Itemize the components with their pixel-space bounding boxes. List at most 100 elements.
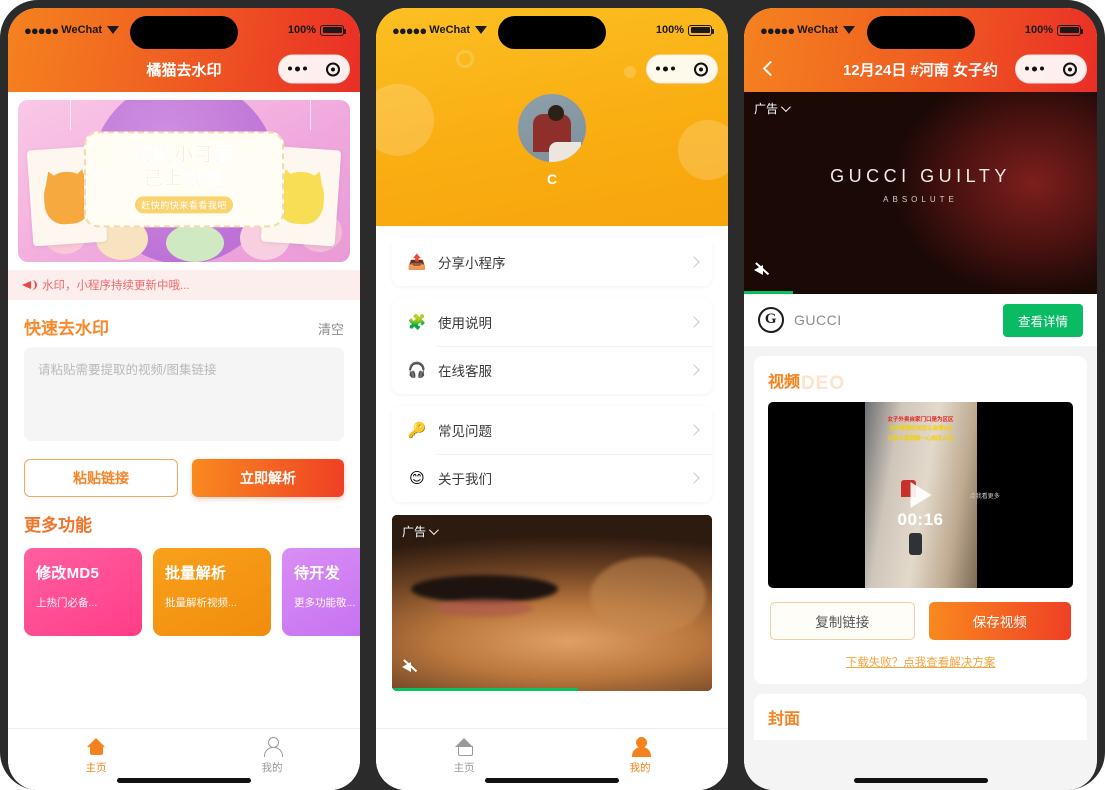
video-subject-2 [909,532,923,555]
paste-link-button[interactable]: 粘贴链接 [24,459,178,497]
menu-item-about[interactable]: 😊 关于我们 [392,454,712,502]
notice-bar[interactable]: 水印，小程序持续更新中哦... [8,270,360,300]
notch [866,16,975,49]
ad-subline: ABSOLUTE [883,195,958,204]
menu-item-support[interactable]: 🎧 在线客服 [392,346,712,394]
notch [498,16,606,49]
feature-card-md5[interactable]: 修改MD5 上热门必备... [24,548,142,636]
status-bar-right: 100% [656,24,714,36]
video-section-header: VIDEO 视频 [768,368,1073,394]
ad-label[interactable]: 广告 [402,523,439,540]
play-icon[interactable] [910,482,931,508]
share-icon: 📤 [407,254,427,271]
phone-frame-1: ●●●●● WeChat 100% 橘猫去水印 您的小可爱 已上线啦 赶快的快来… [0,0,368,790]
overlay-line-1: 女子外卖自家门口是为区区 [887,417,954,423]
menu-item-faq[interactable]: 🔑 常见问题 [392,406,712,454]
signal-dots-icon: ●●●●● [24,22,59,38]
chevron-right-icon [688,472,700,484]
wechat-capsule-1[interactable] [278,54,350,84]
signal-dots-icon: ●●●●● [760,22,795,38]
cover-section: 封面 [754,694,1087,740]
more-menu-icon[interactable] [656,66,676,72]
banner-strings [18,100,350,132]
menu-item-label: 关于我们 [438,472,492,487]
home-indicator [485,778,619,783]
menu-item-label: 分享小程序 [438,256,506,271]
more-features-header: 更多功能 [8,497,360,540]
ad-streak [590,557,706,635]
close-target-icon[interactable] [325,62,340,76]
battery-icon [688,24,714,36]
wechat-capsule-2[interactable] [646,54,718,84]
view-details-button[interactable]: 查看详情 [1002,303,1083,337]
banner-line-2: 已上线啦 [143,168,224,190]
quick-section-header: 快速去水印 清空 [8,300,360,347]
tab-home[interactable]: 主页 [8,736,184,775]
mute-icon[interactable] [402,658,422,675]
parse-now-button[interactable]: 立即解析 [192,459,344,497]
screen-profile: ●●●●● WeChat 100% C 📤 分享小程序 🧩 使用说明 🎧 在线客… [376,8,728,790]
menu-group-3: 🔑 常见问题 😊 关于我们 [392,406,712,502]
menu-item-share[interactable]: 📤 分享小程序 [392,238,712,286]
advertisement-banner-2[interactable]: 广告 [392,515,712,691]
link-input[interactable]: 请粘贴需要提取的视频/图集链接 [24,347,344,441]
status-bar-left: ●●●●● WeChat [24,22,120,38]
tab-profile[interactable]: 我的 [552,736,728,775]
more-menu-icon[interactable] [1025,66,1045,72]
video-section: VIDEO 视频 女子外卖自家门口是为区区 当年视频时间怎么会等9点 记录大家照… [754,356,1087,684]
video-player[interactable]: 女子外卖自家门口是为区区 当年视频时间怎么会等9点 记录大家照顾一心相关人员 点… [768,402,1073,588]
notice-text: 水印，小程序持续更新中哦... [42,280,190,292]
tab-profile[interactable]: 我的 [184,736,360,775]
download-help-link[interactable]: 下载失败？点我查看解决方案 [768,654,1073,670]
chevron-right-icon [688,256,700,268]
home-indicator [117,778,251,783]
carrier-label: WeChat [429,24,471,36]
avatar[interactable] [518,94,586,162]
copy-link-button[interactable]: 复制链接 [770,602,915,640]
status-bar-right: 100% [288,24,346,36]
more-menu-icon[interactable] [288,66,308,72]
screenshot-stage: ●●●●● WeChat 100% 橘猫去水印 您的小可爱 已上线啦 赶快的快来… [0,0,1105,790]
wifi-icon [843,25,856,35]
ad-brand-label: GUCCI [794,312,842,328]
wechat-capsule-3[interactable] [1015,54,1087,84]
status-bar-left: ●●●●● WeChat [392,22,488,38]
menu-item-label: 使用说明 [438,316,492,331]
result-body: 广告 GUCCI GUILTY ABSOLUTE GUCCI 查看详情 [744,92,1097,790]
tab-label: 主页 [85,762,107,774]
menu-item-instructions[interactable]: 🧩 使用说明 [392,298,712,346]
card-title: 批量解析 [165,565,227,582]
avatar-leg [548,141,582,162]
user-icon [630,736,651,757]
feature-card-pending[interactable]: 待开发 更多功能敬... [282,548,360,636]
promo-banner[interactable]: 您的小可爱 已上线啦 赶快的快来看看我吧 [18,100,350,262]
banner-bubble [166,224,224,262]
close-target-icon[interactable] [1062,62,1077,76]
card-desc: 更多功能敬... [294,597,356,609]
tab-label: 我的 [261,762,283,774]
feature-card-batch[interactable]: 批量解析 批量解析视频... [153,548,271,636]
back-button[interactable] [758,58,780,80]
ad-label-text: 广告 [754,102,779,116]
advertisement-banner-3[interactable]: 广告 GUCCI GUILTY ABSOLUTE [744,92,1097,294]
nav-bar-3: 12月24日 #河南 女子约 [744,46,1097,92]
video-overlay-text: 女子外卖自家门口是为区区 当年视频时间怎么会等9点 记录大家照顾一心相关人员 [870,416,972,444]
card-desc: 上热门必备... [36,597,98,609]
signal-dots-icon: ●●●●● [392,22,427,38]
home-icon [86,736,107,757]
mute-icon[interactable] [754,261,774,278]
notch [130,16,238,49]
action-button-row: 粘贴链接 立即解析 [8,441,360,497]
status-bar-left: ●●●●● WeChat [760,22,856,38]
save-video-button[interactable]: 保存视频 [928,602,1071,640]
megaphone-icon [22,279,37,291]
close-target-icon[interactable] [693,62,708,76]
tab-home[interactable]: 主页 [376,736,552,775]
ad-progress-bar [392,688,578,691]
home-indicator [853,778,988,783]
section-title: 快速去水印 [24,319,109,338]
puzzle-icon: 🧩 [407,314,427,331]
clear-button[interactable]: 清空 [318,319,344,338]
ad-label[interactable]: 广告 [754,100,791,117]
user-icon [262,736,283,757]
